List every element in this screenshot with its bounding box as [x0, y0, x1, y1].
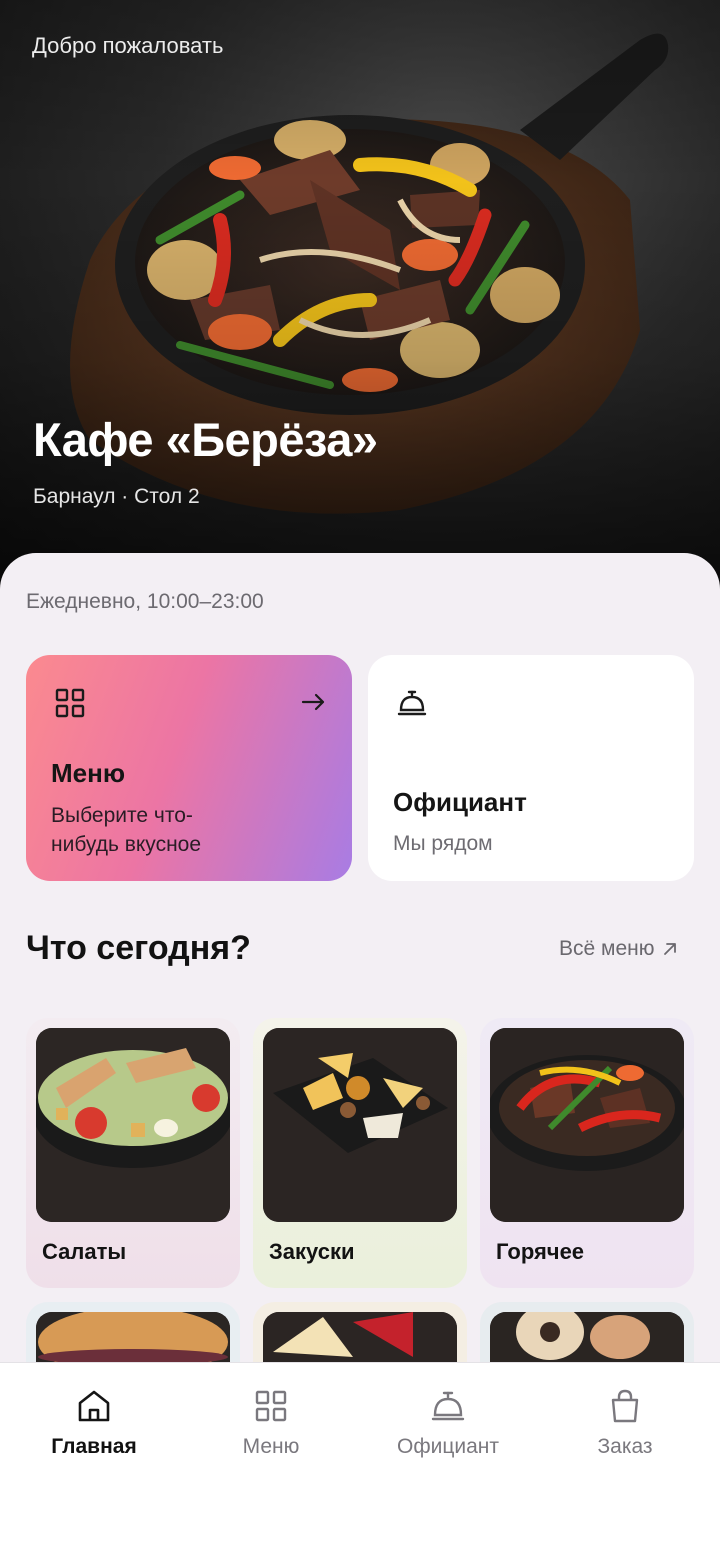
hero-banner: Добро пожаловать Кафе «Берёза» Барнаул ·…	[0, 0, 720, 600]
cafe-title: Кафе «Берёза»	[33, 413, 378, 466]
waiter-card-description: Мы рядом	[393, 832, 493, 855]
category-image-hot-dishes	[490, 1028, 684, 1222]
category-name-hot-dishes: Горячее	[496, 1239, 585, 1264]
category-name-appetizers: Закуски	[269, 1239, 355, 1264]
category-image-appetizers	[263, 1028, 457, 1222]
bottom-navigation: Главная Меню Официант Заказ	[0, 1362, 720, 1541]
waiter-card[interactable]: Официант Мы рядом	[368, 655, 694, 881]
nav-item-order[interactable]: Заказ	[545, 1387, 705, 1459]
arrow-right-icon	[301, 693, 325, 711]
nav-item-home[interactable]: Главная	[14, 1387, 174, 1459]
bell-icon	[431, 1391, 465, 1421]
nav-label-waiter: Официант	[397, 1435, 499, 1458]
category-name-salads: Салаты	[42, 1239, 127, 1264]
home-icon	[78, 1390, 110, 1422]
menu-card-description: Выберите что-нибудь вкусное	[51, 804, 202, 856]
arrow-up-right-icon	[664, 943, 677, 955]
hero-shade	[0, 0, 720, 600]
category-image-salads	[36, 1028, 230, 1222]
nav-item-menu[interactable]: Меню	[191, 1387, 351, 1459]
waiter-card-title: Официант	[393, 787, 527, 817]
nav-label-home: Главная	[51, 1435, 137, 1458]
welcome-text: Добро пожаловать	[32, 33, 224, 58]
all-menu-link[interactable]: Всё меню	[559, 937, 678, 961]
cafe-location-table: Барнаул · Стол 2	[33, 485, 200, 508]
grid-icon	[55, 688, 85, 718]
nav-item-waiter[interactable]: Официант	[368, 1387, 528, 1459]
category-card-salads[interactable]: Салаты	[26, 1018, 240, 1288]
bell-icon	[397, 690, 427, 716]
menu-card-title: Меню	[51, 758, 126, 788]
menu-card[interactable]: Меню Выберите что-нибудь вкусное	[26, 655, 352, 881]
section-title: Что сегодня?	[26, 929, 251, 967]
nav-label-order: Заказ	[597, 1435, 653, 1458]
bag-icon	[611, 1389, 639, 1423]
content-sheet: Ежедневно, 10:00–23:00 Меню Выберите что…	[0, 553, 720, 1541]
grid-icon	[255, 1390, 287, 1422]
opening-hours: Ежедневно, 10:00–23:00	[26, 590, 264, 613]
category-card-appetizers[interactable]: Закуски	[253, 1018, 467, 1288]
category-card-hot-dishes[interactable]: Горячее	[480, 1018, 694, 1288]
all-menu-label: Всё меню	[559, 937, 655, 960]
nav-label-menu: Меню	[242, 1435, 300, 1458]
